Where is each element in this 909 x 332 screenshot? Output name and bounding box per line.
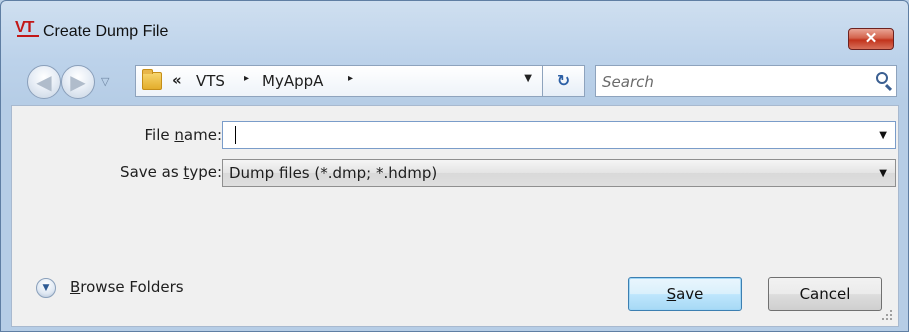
search-icon[interactable]: [876, 72, 888, 84]
file-name-combobox[interactable]: ▼: [222, 121, 896, 149]
save-as-type-label: Save as type:: [120, 163, 222, 181]
dialog-content: File name: ▼ Save as type: Dump files (*…: [11, 105, 899, 327]
search-input[interactable]: [600, 68, 854, 96]
file-name-label: File name:: [144, 126, 222, 144]
address-dropdown-chevron-down-icon[interactable]: ▼: [524, 73, 532, 84]
title-bar: VT Create Dump File ✕: [1, 1, 908, 50]
back-button[interactable]: ◀: [27, 65, 61, 99]
app-logo-icon: VT: [15, 19, 45, 41]
breadcrumb-separator[interactable]: ▸: [244, 73, 249, 84]
save-as-type-value: Dump files (*.dmp; *.hdmp): [229, 164, 438, 182]
expand-icon[interactable]: ▼: [36, 278, 56, 298]
text-cursor: [235, 126, 236, 144]
breadcrumb-overflow[interactable]: «: [172, 71, 182, 89]
dialog-window: VT Create Dump File ✕ ◀ ▶ ▽ « VTS ▸ MyAp…: [0, 0, 909, 332]
resize-grip-icon[interactable]: [882, 310, 894, 322]
back-arrow-icon: ◀: [36, 70, 52, 94]
breadcrumb-item-myappa[interactable]: MyAppA: [262, 72, 323, 90]
refresh-button[interactable]: ↻: [543, 65, 585, 97]
browse-folders-label[interactable]: Browse Folders: [70, 278, 184, 296]
close-button[interactable]: ✕: [848, 28, 894, 50]
cancel-button[interactable]: Cancel: [768, 277, 882, 311]
folder-icon: [142, 69, 162, 90]
forward-arrow-icon: ▶: [70, 70, 86, 94]
file-name-field[interactable]: [225, 123, 869, 149]
save-as-type-select[interactable]: Dump files (*.dmp; *.hdmp) ▼: [222, 159, 896, 187]
forward-button[interactable]: ▶: [61, 65, 95, 99]
search-box[interactable]: [595, 65, 897, 97]
breadcrumb-separator[interactable]: ▸: [348, 73, 353, 84]
chevron-down-icon[interactable]: ▼: [879, 168, 887, 179]
breadcrumb-item-vts[interactable]: VTS: [196, 72, 225, 90]
close-icon: ✕: [864, 30, 878, 47]
recent-locations-dropdown[interactable]: ▽: [101, 75, 109, 88]
chevron-down-icon[interactable]: ▼: [879, 130, 887, 141]
refresh-icon: ↻: [556, 71, 571, 90]
save-button[interactable]: Save: [628, 277, 742, 311]
address-bar[interactable]: « VTS ▸ MyAppA ▸ ▼: [135, 65, 543, 97]
window-title: Create Dump File: [43, 23, 169, 40]
